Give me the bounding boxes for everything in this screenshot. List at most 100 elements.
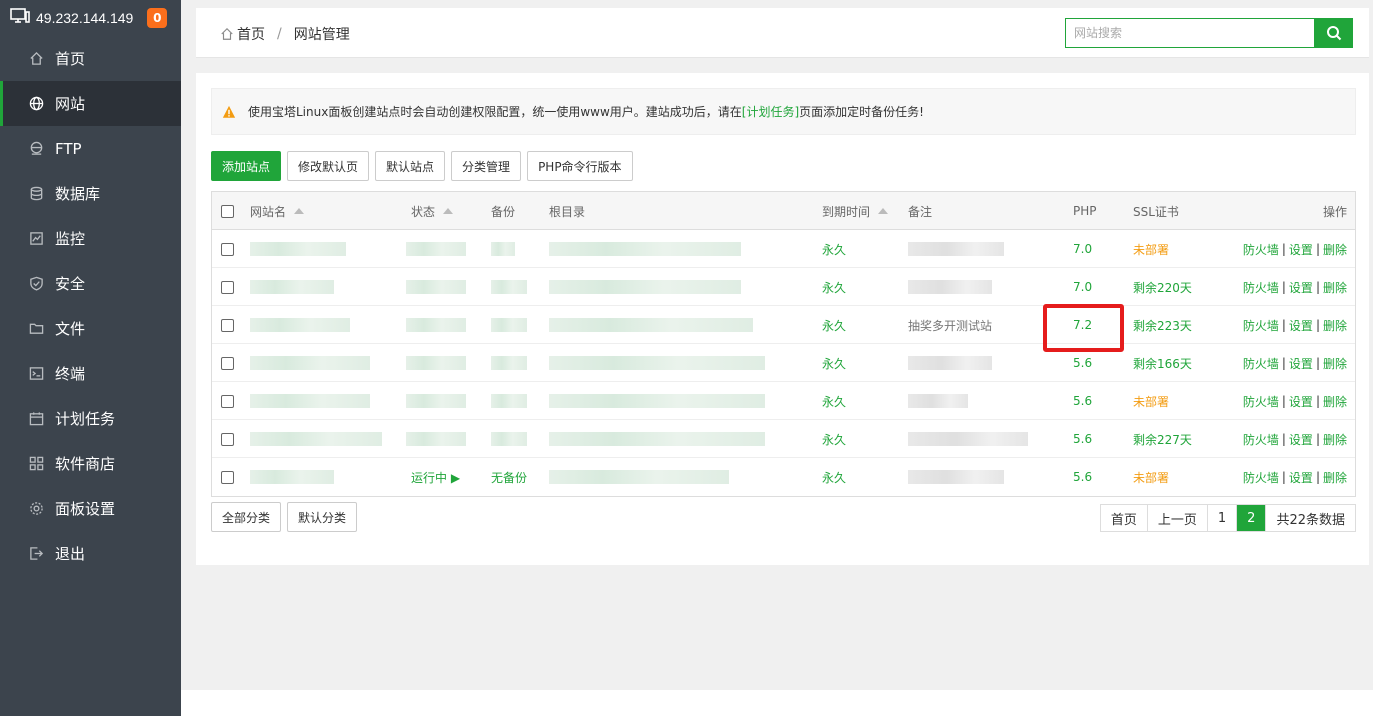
row-checkbox[interactable]	[221, 242, 234, 256]
site-expire[interactable]: 永久	[822, 306, 846, 344]
site-php-version[interactable]: 5.6	[1073, 420, 1092, 458]
site-remark-redacted[interactable]	[908, 432, 1028, 446]
row-checkbox[interactable]	[221, 318, 234, 332]
site-name-redacted[interactable]	[250, 318, 350, 332]
site-name-redacted[interactable]	[250, 432, 382, 446]
sidebar-item-cron[interactable]: 计划任务	[0, 396, 181, 441]
row-checkbox[interactable]	[221, 470, 234, 484]
select-all-checkbox[interactable]	[221, 204, 234, 218]
sidebar-item-security[interactable]: 安全	[0, 261, 181, 306]
row-checkbox[interactable]	[221, 356, 234, 370]
site-backup[interactable]: 无备份	[491, 458, 527, 496]
row-checkbox[interactable]	[221, 280, 234, 294]
site-root-redacted[interactable]	[549, 242, 741, 256]
row-checkbox[interactable]	[221, 394, 234, 408]
settings-link[interactable]: 设置	[1289, 279, 1313, 296]
site-status-redacted[interactable]	[406, 356, 466, 370]
search-button[interactable]	[1314, 18, 1353, 48]
col-status[interactable]: 状态	[411, 192, 454, 230]
site-backup-redacted[interactable]	[491, 318, 527, 332]
site-remark-redacted[interactable]	[908, 280, 992, 294]
site-backup-redacted[interactable]	[491, 394, 527, 408]
page-first[interactable]: 首页	[1101, 505, 1148, 531]
category-manage-button[interactable]: 分类管理	[451, 151, 522, 181]
site-status-redacted[interactable]	[406, 242, 466, 256]
search-input[interactable]	[1065, 18, 1314, 48]
site-ssl[interactable]: 剩余220天	[1133, 268, 1192, 306]
sidebar-item-panel-settings[interactable]: 面板设置	[0, 486, 181, 531]
site-expire[interactable]: 永久	[822, 382, 846, 420]
php-cli-version-button[interactable]: PHP命令行版本	[527, 151, 633, 181]
breadcrumb-home[interactable]: 首页	[237, 24, 265, 44]
settings-link[interactable]: 设置	[1289, 431, 1313, 448]
firewall-link[interactable]: 防火墙	[1243, 393, 1279, 410]
site-status-redacted[interactable]	[406, 432, 466, 446]
sidebar-item-terminal[interactable]: 终端	[0, 351, 181, 396]
delete-link[interactable]: 删除	[1323, 431, 1347, 448]
firewall-link[interactable]: 防火墙	[1243, 317, 1279, 334]
site-backup-redacted[interactable]	[491, 280, 527, 294]
site-name-redacted[interactable]	[250, 242, 346, 256]
delete-link[interactable]: 删除	[1323, 317, 1347, 334]
site-ssl[interactable]: 未部署	[1133, 458, 1169, 496]
site-status[interactable]: 运行中 ▶	[411, 458, 460, 496]
site-name-redacted[interactable]	[250, 356, 370, 370]
site-status-redacted[interactable]	[406, 394, 466, 408]
sidebar-item-store[interactable]: 软件商店	[0, 441, 181, 486]
firewall-link[interactable]: 防火墙	[1243, 431, 1279, 448]
edit-default-page-button[interactable]: 修改默认页	[287, 151, 370, 181]
delete-link[interactable]: 删除	[1323, 241, 1347, 258]
site-root-redacted[interactable]	[549, 432, 765, 446]
firewall-link[interactable]: 防火墙	[1243, 241, 1279, 258]
sidebar-item-monitor[interactable]: 监控	[0, 216, 181, 261]
site-php-version[interactable]: 5.6	[1073, 458, 1092, 496]
site-root-redacted[interactable]	[549, 280, 741, 294]
sidebar-item-files[interactable]: 文件	[0, 306, 181, 351]
default-site-button[interactable]: 默认站点	[375, 151, 446, 181]
site-php-version[interactable]: 7.0	[1073, 230, 1092, 268]
add-site-button[interactable]: 添加站点	[211, 151, 282, 181]
firewall-link[interactable]: 防火墙	[1243, 355, 1279, 372]
all-categories-button[interactable]: 全部分类	[211, 502, 282, 532]
site-backup-redacted[interactable]	[491, 356, 527, 370]
message-badge[interactable]: 0	[147, 8, 168, 28]
default-category-button[interactable]: 默认分类	[287, 502, 358, 532]
delete-link[interactable]: 删除	[1323, 393, 1347, 410]
site-ssl[interactable]: 未部署	[1133, 382, 1169, 420]
sidebar-item-home[interactable]: 首页	[0, 36, 181, 81]
firewall-link[interactable]: 防火墙	[1243, 279, 1279, 296]
site-php-version[interactable]: 7.0	[1073, 268, 1092, 306]
page-prev[interactable]: 上一页	[1148, 505, 1208, 531]
firewall-link[interactable]: 防火墙	[1243, 469, 1279, 486]
site-ssl[interactable]: 剩余223天	[1133, 306, 1192, 344]
sidebar-item-ftp[interactable]: FTP	[0, 126, 181, 171]
site-name-redacted[interactable]	[250, 280, 334, 294]
site-root-redacted[interactable]	[549, 318, 753, 332]
col-name[interactable]: 网站名	[250, 192, 305, 230]
site-name-redacted[interactable]	[250, 470, 334, 484]
settings-link[interactable]: 设置	[1289, 317, 1313, 334]
page-1[interactable]: 1	[1208, 505, 1238, 531]
site-ssl[interactable]: 剩余227天	[1133, 420, 1192, 458]
site-expire[interactable]: 永久	[822, 344, 846, 382]
col-expire[interactable]: 到期时间	[822, 192, 889, 230]
site-expire[interactable]: 永久	[822, 458, 846, 496]
site-backup-redacted[interactable]	[491, 242, 515, 256]
site-remark-redacted[interactable]	[908, 394, 968, 408]
site-expire[interactable]: 永久	[822, 268, 846, 306]
site-status-redacted[interactable]	[406, 280, 466, 294]
row-checkbox[interactable]	[221, 432, 234, 446]
site-remark-redacted[interactable]	[908, 470, 1004, 484]
sidebar-item-website[interactable]: 网站	[0, 81, 181, 126]
sidebar-item-database[interactable]: 数据库	[0, 171, 181, 216]
delete-link[interactable]: 删除	[1323, 355, 1347, 372]
site-root-redacted[interactable]	[549, 356, 765, 370]
site-php-version[interactable]: 5.6	[1073, 382, 1092, 420]
site-expire[interactable]: 永久	[822, 420, 846, 458]
cron-link[interactable]: [计划任务]	[742, 103, 799, 120]
site-ssl[interactable]: 剩余166天	[1133, 344, 1192, 382]
site-name-redacted[interactable]	[250, 394, 370, 408]
site-root-redacted[interactable]	[549, 470, 729, 484]
sidebar-item-logout[interactable]: 退出	[0, 531, 181, 576]
site-ssl[interactable]: 未部署	[1133, 230, 1169, 268]
